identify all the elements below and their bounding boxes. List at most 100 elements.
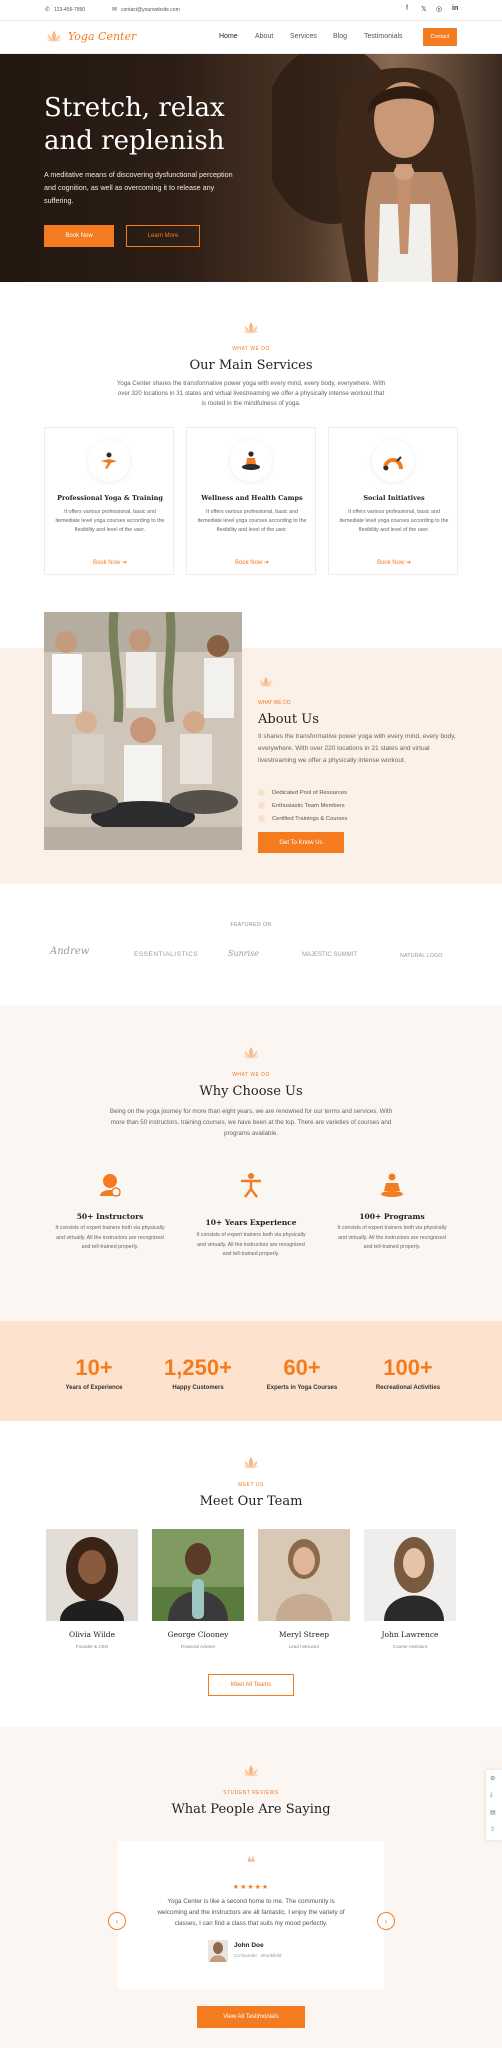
nav-services[interactable]: Services: [290, 33, 317, 40]
side-toolbar: ⚙ ⤓ ▤ ⇪: [486, 1770, 502, 1840]
why-card: 100+ Programs It consists of expert trai…: [326, 1160, 458, 1276]
team-kicker: MEET US: [238, 1482, 264, 1488]
nav-blog[interactable]: Blog: [333, 33, 347, 40]
service-card-title: Wellness and Health Camps: [201, 494, 303, 502]
team-member-role: Founder & CEO: [75, 1644, 109, 1649]
service-card-text: It offers various professional, basic an…: [339, 509, 449, 533]
featured-logo: NATURAL LOGO: [400, 953, 443, 959]
why-subtitle: Being on the yoga journey for more than …: [109, 1108, 393, 1137]
rating-stars: ★★★★★: [232, 1884, 270, 1891]
email-contact[interactable]: ✉ contact@yourwebsite.com: [112, 6, 180, 14]
services-title: Our Main Services: [189, 358, 313, 373]
nav-home[interactable]: Home: [219, 33, 238, 40]
meditation-program-icon: [381, 1173, 403, 1197]
service-card-text: It offers various professional, basic an…: [55, 509, 165, 533]
meet-all-teams-button[interactable]: Meet All Teams: [208, 1674, 294, 1696]
featured-logo: Sunrise: [228, 949, 260, 958]
list-item: Certified Trainings & Courses: [258, 812, 347, 825]
why-card-title: 50+ Instructors: [76, 1212, 144, 1221]
testimonial-quote: Yoga Center is like a second home to me.…: [157, 1898, 345, 1927]
arrow-right-icon: ➔: [264, 560, 270, 566]
why-card-title: 100+ Programs: [359, 1212, 425, 1221]
why-card-text: It consists of expert trainers both via …: [196, 1232, 306, 1257]
about-feature-list: Dedicated Pool of Resources Enthusiastic…: [258, 786, 347, 825]
stat-label: Recreational Activities: [375, 1385, 441, 1391]
contact-button[interactable]: Contact: [423, 28, 457, 46]
services-kicker: WHAT WE DO: [232, 346, 270, 352]
lotus-icon: [242, 1765, 260, 1777]
settings-icon[interactable]: ⚙: [490, 1775, 495, 1782]
backbend-pose-icon: [372, 440, 414, 482]
why-card: 50+ Instructors It consists of expert tr…: [44, 1160, 176, 1276]
chevron-right-icon: ›: [384, 1916, 388, 1926]
service-book-link[interactable]: Book Now ➔: [329, 559, 459, 566]
bullet-icon: [258, 789, 265, 796]
facebook-icon[interactable]: f: [406, 5, 408, 12]
why-card-title: 10+ Years Experience: [205, 1218, 297, 1227]
view-all-testimonials-button[interactable]: View All Testimonials: [197, 2006, 305, 2028]
phone-contact[interactable]: ✆ 123-456-7890: [45, 6, 86, 14]
share-icon[interactable]: ⇪: [490, 1826, 495, 1833]
phone-number: 123-456-7890: [54, 6, 86, 13]
testimonial-card: ❝ ★★★★★ Yoga Center is like a second hom…: [118, 1841, 384, 1989]
service-book-link[interactable]: Book Now ➔: [187, 559, 317, 566]
team-member-role: Lead Instructor: [288, 1644, 320, 1649]
site-logo[interactable]: Yoga Center: [45, 29, 136, 43]
email-address: contact@yourwebsite.com: [121, 6, 180, 13]
instructor-icon: [100, 1174, 121, 1197]
stat-value: 10+: [75, 1355, 113, 1380]
hero-section: Stretch, relax and replenish A meditativ…: [0, 54, 502, 282]
about-title: About Us: [258, 712, 319, 727]
carousel-prev-button[interactable]: ‹: [108, 1912, 126, 1930]
service-book-link[interactable]: Book Now ➔: [45, 559, 175, 566]
main-nav: Yoga Center Home About Services Blog Tes…: [0, 21, 502, 54]
team-member-name: John Lawrence: [381, 1630, 439, 1639]
team-title: Meet Our Team: [199, 1494, 303, 1509]
list-item: Dedicated Pool of Resources: [258, 786, 347, 799]
arrow-right-icon: ➔: [406, 560, 412, 566]
service-card-title: Professional Yoga & Training: [57, 494, 163, 502]
learn-more-button[interactable]: Learn More: [126, 225, 200, 247]
testimonials-title: What People Are Saying: [171, 1802, 331, 1817]
stat-value: 100+: [383, 1355, 433, 1380]
hero-text: A meditative means of discovering dysfun…: [44, 170, 233, 205]
chevron-left-icon: ‹: [115, 1916, 119, 1926]
book-now-button[interactable]: Book Now: [44, 225, 114, 247]
service-card-title: Social Initiatives: [363, 494, 425, 502]
team-photo: [152, 1529, 244, 1621]
featured-logo: MAJESTIC SUMMIT: [302, 952, 357, 958]
team-member-name: George Clooney: [167, 1630, 229, 1639]
featured-logo: ESSENTIALISTICS: [134, 951, 199, 958]
mail-icon: ✉: [112, 7, 118, 13]
stat-label: Years of Experience: [65, 1385, 123, 1391]
arrow-right-icon: ➔: [122, 560, 128, 566]
featured-label: FEATURED ON: [230, 922, 272, 928]
x-icon[interactable]: 𝕏: [421, 5, 427, 13]
document-icon[interactable]: ▤: [490, 1809, 496, 1816]
why-card-text: It consists of expert trainers both via …: [337, 1225, 447, 1250]
get-to-know-us-button[interactable]: Get To Know Us: [258, 832, 344, 853]
nav-testimonials[interactable]: Testimonials: [364, 33, 403, 40]
team-photo: [46, 1529, 138, 1621]
why-card: 10+ Years Experience It consists of expe…: [185, 1160, 317, 1276]
about-text: It shares the transformative power yoga …: [258, 733, 456, 764]
why-title: Why Choose Us: [199, 1084, 303, 1099]
why-card-text: It consists of expert trainers both via …: [55, 1225, 165, 1250]
services-subtitle: Yoga Center shares the transformative po…: [116, 380, 386, 407]
stats-section: 10+ Years of Experience 1,250+ Happy Cus…: [0, 1321, 502, 1421]
reviewer-name: John Doe: [234, 1942, 264, 1949]
team-member-name: Olivia Wilde: [68, 1630, 116, 1639]
download-icon[interactable]: ⤓: [490, 1792, 493, 1799]
quote-icon: ❝: [246, 1853, 256, 1872]
team-member-role: Course Assistant: [392, 1644, 428, 1649]
list-item: Enthusiastic Team Members: [258, 799, 347, 812]
nav-about[interactable]: About: [255, 33, 273, 40]
meditation-icon: [230, 440, 272, 482]
service-card: Professional Yoga & Training It offers v…: [44, 427, 174, 575]
instagram-icon[interactable]: ◎: [436, 5, 442, 13]
team-member-role: Financial Adviser: [180, 1644, 216, 1649]
phone-icon: ✆: [45, 7, 51, 13]
service-card: Wellness and Health Camps It offers vari…: [186, 427, 316, 575]
carousel-next-button[interactable]: ›: [377, 1912, 395, 1930]
linkedin-icon[interactable]: in: [452, 5, 458, 12]
